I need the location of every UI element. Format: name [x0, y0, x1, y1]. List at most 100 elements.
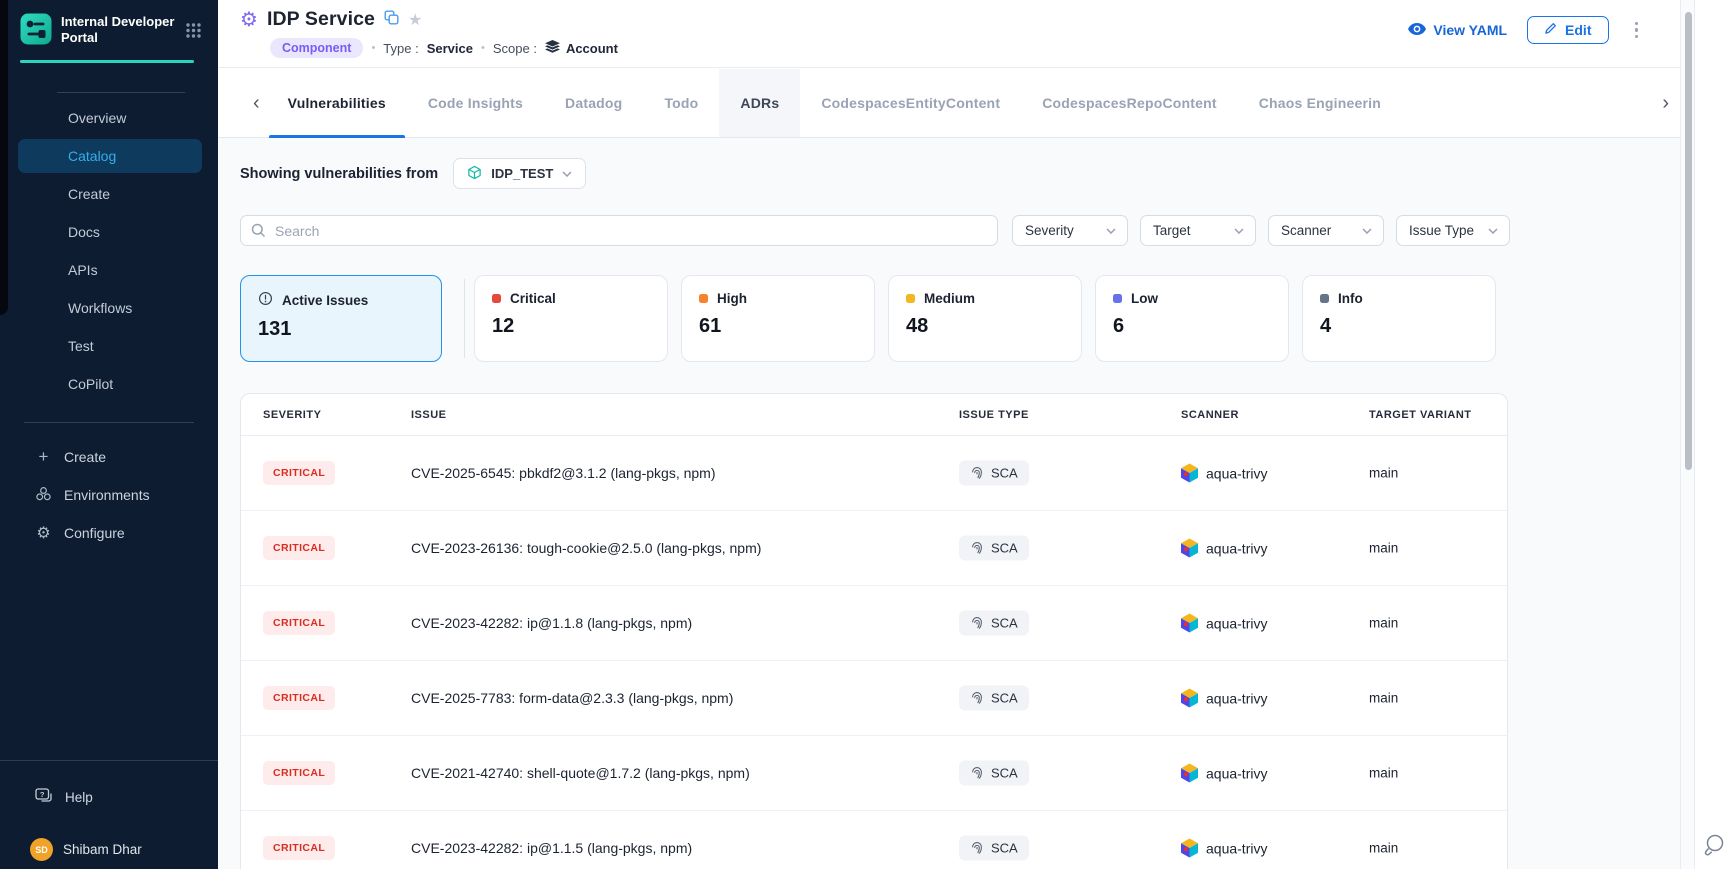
- help-icon: ?: [35, 788, 54, 807]
- layers-icon: [545, 40, 560, 56]
- stat-card-low[interactable]: Low 6: [1095, 275, 1289, 362]
- issue-text: CVE-2023-42282: ip@1.1.5 (lang-pkgs, npm…: [411, 840, 692, 856]
- column-severity: SEVERITY: [263, 409, 321, 421]
- tab-chaos-engineering[interactable]: Chaos Engineerin: [1238, 69, 1402, 137]
- tool-widget-icon[interactable]: [1703, 832, 1724, 861]
- tab-datadog[interactable]: Datadog: [544, 69, 643, 137]
- fingerprint-icon: [970, 466, 984, 480]
- tab-vulnerabilities[interactable]: Vulnerabilities: [267, 69, 407, 137]
- stats-divider: [464, 279, 465, 358]
- sidebar-item-workflows[interactable]: Workflows: [18, 291, 202, 325]
- view-yaml-button[interactable]: View YAML: [1408, 22, 1507, 38]
- table-row[interactable]: CRITICAL CVE-2023-26136: tough-cookie@2.…: [241, 511, 1507, 586]
- tab-codespaces-repo-content[interactable]: CodespacesRepoContent: [1021, 69, 1238, 137]
- stat-label: Medium: [924, 291, 975, 306]
- kind-badge: Component: [270, 38, 363, 58]
- info-dot-icon: [1320, 294, 1329, 303]
- project-selector[interactable]: IDP_TEST: [453, 158, 586, 189]
- stat-value: 6: [1113, 315, 1271, 338]
- chevron-down-icon: [1362, 228, 1372, 234]
- stat-card-high[interactable]: High 61: [681, 275, 875, 362]
- pencil-icon: [1544, 22, 1557, 38]
- issue-text: CVE-2023-26136: tough-cookie@2.5.0 (lang…: [411, 540, 761, 556]
- tab-adrs[interactable]: ADRs: [719, 69, 800, 137]
- copy-icon[interactable]: [384, 10, 399, 30]
- apps-grid-icon[interactable]: [185, 22, 202, 44]
- search-icon: [251, 223, 266, 238]
- stats-row: Active Issues 131 Critical 12 High: [240, 275, 1496, 362]
- type-value: Service: [427, 41, 473, 56]
- target-variant-cell: main: [1369, 541, 1398, 556]
- tab-todo[interactable]: Todo: [643, 69, 719, 137]
- severity-badge: CRITICAL: [263, 611, 335, 635]
- help-label: Help: [65, 790, 93, 805]
- package-cube-icon: [467, 165, 482, 183]
- table-row[interactable]: CRITICAL CVE-2023-42282: ip@1.1.8 (lang-…: [241, 586, 1507, 661]
- scrollbar-thumb[interactable]: [1685, 12, 1692, 470]
- low-dot-icon: [1113, 294, 1122, 303]
- stat-card-info[interactable]: Info 4: [1302, 275, 1496, 362]
- configure-action-label: Configure: [64, 525, 125, 541]
- sidebar-item-copilot[interactable]: CoPilot: [18, 367, 202, 401]
- aqua-trivy-icon: [1181, 764, 1198, 783]
- tab-code-insights[interactable]: Code Insights: [407, 69, 544, 137]
- search-input[interactable]: [240, 215, 998, 246]
- target-variant-cell: main: [1369, 466, 1398, 481]
- filter-target[interactable]: Target: [1140, 215, 1256, 246]
- stat-card-critical[interactable]: Critical 12: [474, 275, 668, 362]
- gear-icon: ⚙: [35, 523, 52, 543]
- chevron-down-icon: [1106, 228, 1116, 234]
- stat-label: Critical: [510, 291, 556, 306]
- table-row[interactable]: CRITICAL CVE-2021-42740: shell-quote@1.7…: [241, 736, 1507, 811]
- filter-target-label: Target: [1153, 223, 1191, 238]
- sidebar-item-catalog[interactable]: Catalog: [18, 139, 202, 173]
- sidebar-item-overview[interactable]: Overview: [18, 101, 202, 135]
- dot-separator: •: [371, 42, 375, 54]
- stat-value: 48: [906, 315, 1064, 338]
- tabs-scroll-right-icon[interactable]: ›: [1655, 93, 1676, 113]
- tab-codespaces-entity-content[interactable]: CodespacesEntityContent: [800, 69, 1021, 137]
- brand-underline: [20, 60, 194, 63]
- portal-logo-icon: [20, 13, 52, 50]
- sidebar-item-apis[interactable]: APIs: [18, 253, 202, 287]
- more-options-icon[interactable]: [1629, 18, 1645, 43]
- create-action[interactable]: + Create: [0, 438, 218, 476]
- fingerprint-icon: [970, 541, 984, 555]
- table-row[interactable]: CRITICAL CVE-2025-6545: pbkdf2@3.1.2 (la…: [241, 436, 1507, 511]
- chevron-down-icon: [1488, 228, 1498, 234]
- aqua-trivy-icon: [1181, 464, 1198, 483]
- filter-scanner[interactable]: Scanner: [1268, 215, 1384, 246]
- filter-severity[interactable]: Severity: [1012, 215, 1128, 246]
- stat-card-medium[interactable]: Medium 48: [888, 275, 1082, 362]
- filter-scanner-label: Scanner: [1281, 223, 1331, 238]
- issue-text: CVE-2025-7783: form-data@2.3.3 (lang-pkg…: [411, 690, 733, 706]
- table-row[interactable]: CRITICAL CVE-2025-7783: form-data@2.3.3 …: [241, 661, 1507, 736]
- sidebar-item-create[interactable]: Create: [18, 177, 202, 211]
- table-row[interactable]: CRITICAL CVE-2023-42282: ip@1.1.5 (lang-…: [241, 811, 1507, 869]
- avatar: SD: [30, 838, 53, 861]
- sidebar-item-docs[interactable]: Docs: [18, 215, 202, 249]
- issue-type-badge: SCA: [959, 761, 1029, 786]
- vulnerabilities-panel: Showing vulnerabilities from IDP_TEST: [218, 138, 1680, 869]
- edit-button[interactable]: Edit: [1527, 16, 1608, 44]
- tabs-scroll-left-icon[interactable]: ‹: [246, 93, 267, 113]
- stat-card-active-issues[interactable]: Active Issues 131: [240, 275, 442, 362]
- user-menu[interactable]: SD Shibam Dhar: [30, 838, 142, 861]
- filter-issue-type[interactable]: Issue Type: [1396, 215, 1510, 246]
- vulnerabilities-table: SEVERITY ISSUE ISSUE TYPE SCANNER TARGET…: [240, 393, 1508, 869]
- column-target-variant: TARGET VARIANT: [1369, 409, 1472, 421]
- browser-margin: [1696, 0, 1724, 869]
- environments-action[interactable]: Environments: [0, 476, 218, 514]
- favorite-star-icon[interactable]: ★: [408, 10, 422, 30]
- sidebar-item-test[interactable]: Test: [18, 329, 202, 363]
- configure-action[interactable]: ⚙ Configure: [0, 514, 218, 552]
- sidebar-actions: + Create Environments ⚙ Configure: [0, 438, 218, 552]
- stat-value: 4: [1320, 315, 1478, 338]
- stat-value: 131: [258, 318, 424, 341]
- target-variant-cell: main: [1369, 616, 1398, 631]
- brand: Internal Developer Portal: [20, 13, 174, 50]
- app-root: Internal Developer Portal Overview Catal…: [0, 0, 1724, 869]
- sidebar-nav: Overview Catalog Create Docs APIs Workfl…: [18, 101, 202, 401]
- severity-badge: CRITICAL: [263, 686, 335, 710]
- help-button[interactable]: ? Help: [35, 785, 93, 809]
